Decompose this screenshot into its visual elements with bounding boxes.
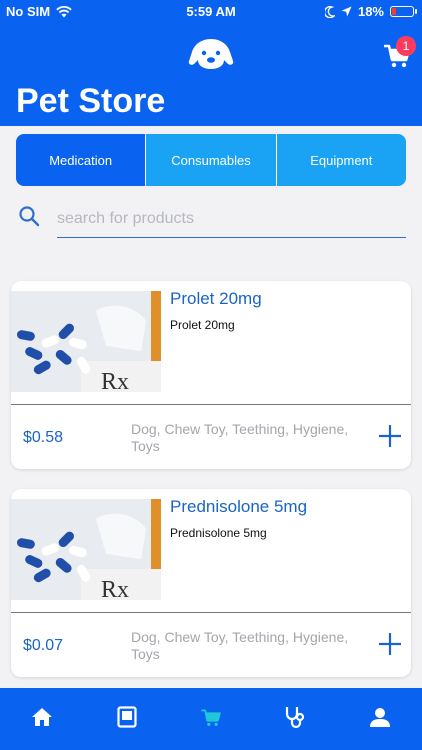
product-tags: Dog, Chew Toy, Teething, Hygiene, Toys [131, 629, 349, 662]
product-image: Rx [11, 499, 161, 600]
product-card[interactable]: Rx Prednisolone 5mg Prednisolone 5mg $0.… [11, 489, 411, 677]
svg-text:Rx: Rx [101, 577, 129, 600]
product-description: Prolet 20mg [170, 318, 235, 332]
dog-face-icon[interactable] [188, 36, 234, 70]
battery-percent: 18% [357, 4, 384, 19]
product-name[interactable]: Prolet 20mg [170, 289, 262, 309]
card-divider [11, 612, 411, 613]
product-tags: Dog, Chew Toy, Teething, Hygiene, Toys [131, 421, 349, 454]
nav-tablet[interactable] [107, 697, 147, 737]
page-title: Pet Store [16, 82, 166, 120]
location-arrow-icon [341, 6, 352, 17]
stethoscope-icon[interactable] [284, 705, 306, 729]
product-price: $0.58 [23, 429, 64, 446]
tab-medication[interactable]: Medication [16, 134, 146, 186]
add-to-cart-button[interactable] [377, 631, 403, 657]
tab-consumables[interactable]: Consumables [145, 134, 276, 186]
nav-stethoscope[interactable] [275, 697, 315, 737]
product-name[interactable]: Prednisolone 5mg [170, 497, 307, 517]
cart-count-badge: 1 [396, 36, 416, 56]
tablet-icon[interactable] [116, 706, 137, 728]
product-card[interactable]: Rx Prolet 20mg Prolet 20mg $0.58 Dog, Ch… [11, 281, 411, 469]
bottom-nav [0, 688, 422, 750]
nav-profile[interactable] [360, 697, 400, 737]
svg-text:Rx: Rx [101, 369, 129, 392]
category-tabs: Medication Consumables Equipment [16, 134, 406, 186]
shopping-cart-icon[interactable] [200, 706, 222, 728]
status-bar: No SIM 5:59 AM 18% [0, 0, 422, 22]
home-icon[interactable] [31, 706, 53, 728]
app-header: No SIM 5:59 AM 18% 1 Pet Store [0, 0, 422, 126]
product-description: Prednisolone 5mg [170, 526, 267, 540]
battery-fill [392, 8, 396, 15]
battery-icon [390, 6, 417, 17]
card-divider [11, 404, 411, 405]
moon-icon [324, 5, 335, 18]
user-icon[interactable] [369, 706, 391, 728]
product-price: $0.07 [23, 637, 64, 654]
nav-home[interactable] [22, 697, 62, 737]
tab-equipment[interactable]: Equipment [275, 134, 406, 186]
search-icon[interactable] [18, 205, 40, 227]
search-input[interactable] [57, 200, 406, 238]
nav-cart[interactable] [191, 697, 231, 737]
add-to-cart-button[interactable] [377, 423, 403, 449]
product-image: Rx [11, 291, 161, 392]
status-right: 18% [324, 4, 417, 19]
